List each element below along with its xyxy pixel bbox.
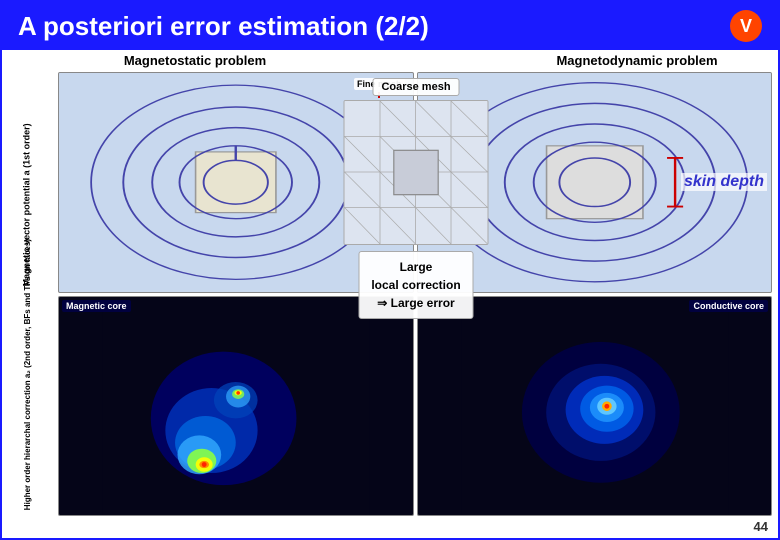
fine-mesh-arrowhead: [374, 124, 384, 132]
fine-mesh-indicator: Fine mesh: [354, 78, 405, 132]
left-section-header: Magnetostatic problem: [54, 53, 336, 68]
fine-mesh-arrow-down: [378, 92, 380, 122]
panels-grid: Fine mesh: [54, 70, 778, 538]
page-title: A posteriori error estimation (2/2): [18, 11, 429, 42]
fine-mesh-label: Fine mesh: [354, 78, 405, 90]
bottom-right-panel: Conductive core: [417, 296, 773, 517]
section-headers: Magnetostatic problem Magnetodynamic pro…: [54, 50, 778, 70]
magnetic-core-label: Magnetic core: [62, 300, 131, 312]
page-number: 44: [754, 519, 768, 534]
bottom-left-panel: Magnetic core: [58, 296, 414, 517]
page-container: A posteriori error estimation (2/2) V Ma…: [0, 0, 780, 540]
bottom-left-label-container: Higher order hierarchal correction a₂ (2…: [2, 340, 54, 520]
title-bar: A posteriori error estimation (2/2) V: [2, 2, 778, 50]
top-right-panel: skin depth: [417, 72, 773, 293]
right-section-header: Magnetodynamic problem: [496, 53, 778, 68]
conductive-core-label: Conductive core: [689, 300, 768, 312]
conductive-heatmap-svg: [418, 297, 772, 516]
left-labels-column: Magnetic vector potential a (1st order) …: [2, 50, 54, 538]
top-left-panel: Fine mesh: [58, 72, 414, 293]
bottom-row-label: Higher order hierarchal correction a₂ (2…: [23, 350, 33, 510]
right-content: Magnetostatic problem Magnetodynamic pro…: [54, 50, 778, 538]
v-badge: V: [730, 10, 762, 42]
skin-depth-label: skin depth: [681, 173, 767, 191]
magnetic-heatmap-svg: [59, 297, 413, 516]
